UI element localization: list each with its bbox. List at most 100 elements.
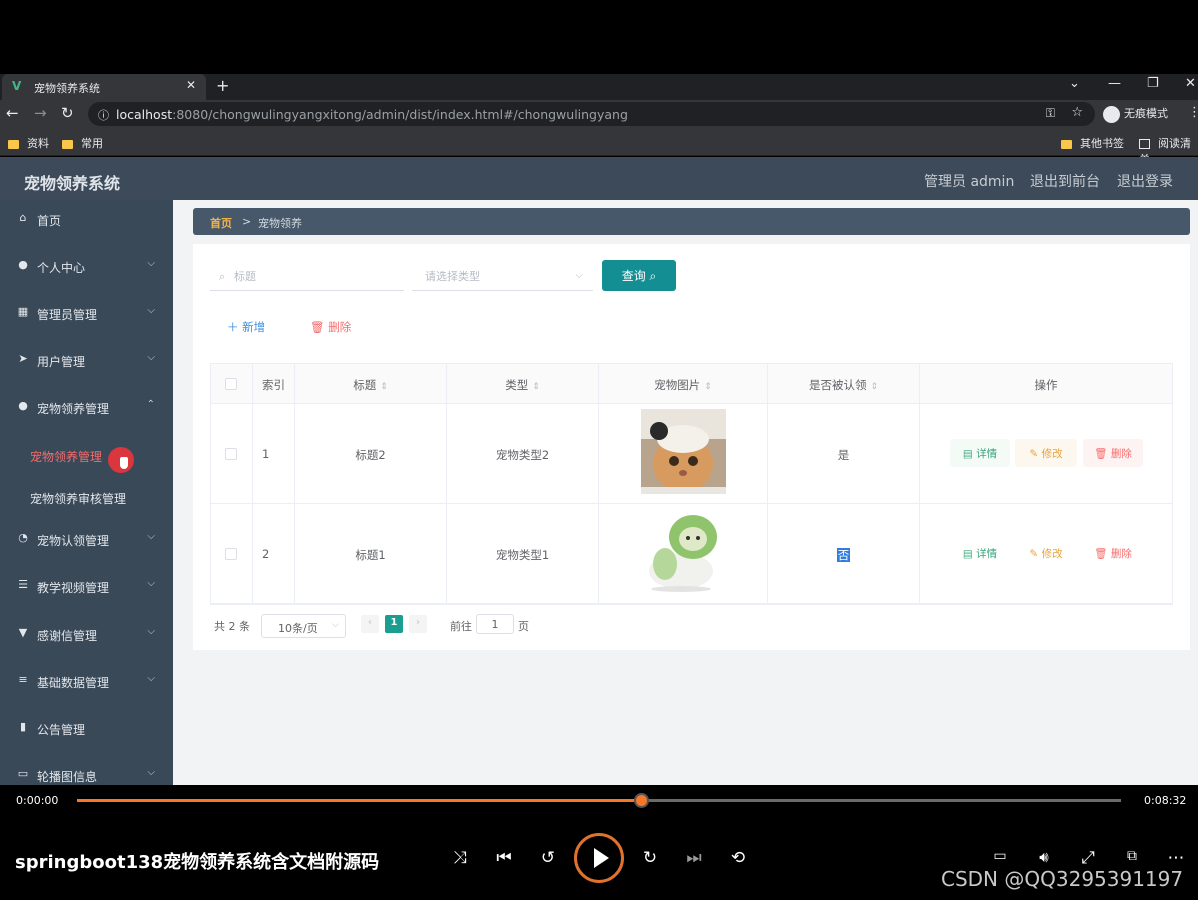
- sort-icon[interactable]: ⇕: [704, 382, 712, 392]
- folder-icon: [62, 139, 73, 149]
- sidebar-item-carousel[interactable]: ▭ 轮播图信息 ⌵: [0, 756, 173, 785]
- mini-player-icon[interactable]: ⧉: [1120, 848, 1144, 864]
- sidebar-subitem-adoption-review[interactable]: 宠物领养审核管理: [0, 480, 173, 516]
- type-select[interactable]: ⌵: [412, 264, 593, 291]
- page-size-select[interactable]: 10条/页 ⌵: [261, 614, 346, 638]
- incognito-indicator[interactable]: 无痕模式: [1103, 105, 1168, 123]
- next-icon[interactable]: ⏭: [682, 848, 706, 868]
- row-title: 标题1: [355, 548, 386, 562]
- sidebar-item-adoption[interactable]: ● 宠物领养管理 ⌃: [0, 388, 173, 428]
- volume-icon[interactable]: 🔊︎: [1032, 848, 1056, 866]
- query-button[interactable]: 查询 ⌕: [602, 260, 676, 291]
- shuffle-icon[interactable]: ⤨: [448, 848, 472, 868]
- detail-button[interactable]: ▤ 详情: [950, 439, 1010, 467]
- admin-user-label: 管理员 admin: [924, 174, 1015, 190]
- close-window-icon[interactable]: ✕: [1185, 76, 1196, 91]
- key-icon[interactable]: ⚿: [1046, 106, 1055, 121]
- previous-icon[interactable]: ⏮: [492, 848, 516, 868]
- goto-frontend-link[interactable]: 退出到前台: [1030, 171, 1100, 191]
- forward-icon[interactable]: →: [34, 104, 47, 122]
- new-tab-icon[interactable]: +: [216, 76, 229, 95]
- browser-tab[interactable]: V 宠物领养系统 ✕: [2, 74, 206, 100]
- sort-icon[interactable]: ⇕: [870, 382, 878, 392]
- detail-button[interactable]: ▤ 详情: [950, 539, 1010, 567]
- type-select-input[interactable]: [425, 270, 575, 283]
- sidebar-item-basedata[interactable]: ≡ 基础数据管理 ⌵: [0, 662, 173, 702]
- breadcrumb-home[interactable]: 首页: [210, 215, 232, 231]
- bookmark-folder[interactable]: 资料: [8, 135, 49, 151]
- logout-link[interactable]: 退出登录: [1117, 171, 1173, 191]
- row-title: 标题2: [355, 448, 386, 462]
- close-tab-icon[interactable]: ✕: [186, 78, 196, 92]
- sort-icon[interactable]: ⇕: [532, 382, 540, 392]
- add-button[interactable]: ＋ 新增: [227, 319, 265, 335]
- edit-label: 修改: [1041, 548, 1063, 560]
- other-bookmarks[interactable]: 其他书签: [1061, 135, 1124, 151]
- prev-page-icon[interactable]: ‹: [361, 615, 379, 633]
- repeat-off-icon[interactable]: ⟲: [726, 848, 750, 868]
- sidebar-item-label: 轮播图信息: [37, 770, 98, 784]
- row-checkbox[interactable]: [225, 548, 237, 560]
- pet-photo-cabbage-dog[interactable]: [641, 509, 726, 594]
- edit-button[interactable]: ✎ 修改: [1015, 439, 1077, 467]
- select-all-checkbox[interactable]: [225, 378, 237, 390]
- header-cell: 操作: [920, 364, 1172, 403]
- header-cell[interactable]: 类型 ⇕: [447, 364, 599, 403]
- user-icon: ●: [18, 399, 28, 412]
- bookmark-label: 常用: [81, 137, 103, 150]
- header-cell[interactable]: 宠物图片 ⇕: [599, 364, 768, 403]
- index-cell: 1: [253, 404, 295, 503]
- bookmark-folder[interactable]: 常用: [62, 135, 103, 151]
- sidebar-item-home[interactable]: ⌂ 首页: [0, 200, 173, 240]
- current-time: 0:00:00: [16, 794, 59, 807]
- bookmark-star-icon[interactable]: ☆: [1071, 105, 1083, 120]
- url-field[interactable]: ⓘ localhost:8080/chongwulingyangxitong/a…: [88, 102, 1095, 126]
- row-checkbox[interactable]: [225, 448, 237, 460]
- sliders-icon: ☰: [18, 578, 28, 591]
- play-button[interactable]: [574, 833, 624, 883]
- header-cell[interactable]: 是否被认领 ⇕: [768, 364, 920, 403]
- sidebar-item-admins[interactable]: ▦ 管理员管理 ⌵: [0, 294, 173, 334]
- sidebar-item-thanks[interactable]: ▼ 感谢信管理 ⌵: [0, 615, 173, 655]
- rewind-10-icon[interactable]: ↺: [536, 848, 560, 868]
- sidebar-item-profile[interactable]: ● 个人中心 ⌵: [0, 247, 173, 287]
- title-search-input[interactable]: [234, 270, 384, 283]
- sidebar-item-users[interactable]: ➤ 用户管理 ⌵: [0, 341, 173, 381]
- send-icon: ➤: [18, 352, 28, 365]
- sidebar-item-notices[interactable]: ▮ 公告管理: [0, 709, 173, 749]
- delete-button[interactable]: 🗑 删除: [1083, 539, 1143, 567]
- restore-icon[interactable]: ❐: [1147, 76, 1159, 91]
- sidebar-item-videos[interactable]: ☰ 教学视频管理 ⌵: [0, 567, 173, 607]
- sidebar-item-claims[interactable]: ◔ 宠物认领管理 ⌵: [0, 520, 173, 560]
- back-icon[interactable]: ←: [6, 104, 19, 122]
- minimize-icon[interactable]: —: [1108, 76, 1121, 91]
- goto-page-input[interactable]: 1: [476, 614, 514, 634]
- current-page-button[interactable]: 1: [385, 615, 403, 633]
- tab-search-icon[interactable]: ⌄: [1069, 76, 1080, 91]
- delete-button[interactable]: 🗑 删除: [1083, 439, 1143, 467]
- header-cell[interactable]: 标题 ⇕: [295, 364, 447, 403]
- sort-icon[interactable]: ⇕: [380, 382, 388, 392]
- progress-knob[interactable]: [633, 793, 649, 808]
- sidebar-subitem-adoption-manage[interactable]: 宠物领养管理: [0, 438, 173, 474]
- pet-photo-cat[interactable]: [641, 409, 726, 494]
- reload-icon[interactable]: ↻: [61, 104, 74, 122]
- delete-button-label: 删除: [328, 320, 352, 334]
- next-page-icon[interactable]: ›: [409, 615, 427, 633]
- bookmarks-bar: 资料 常用 其他书签 阅读清单: [0, 128, 1198, 166]
- edit-button[interactable]: ✎ 修改: [1015, 539, 1077, 567]
- table-row: 1 标题2 宠物类型2 是 ▤ 详情 ✎ 修改 🗑 删除: [211, 404, 1172, 504]
- subtitles-icon[interactable]: ▭: [988, 848, 1012, 864]
- browser-menu-icon[interactable]: ⋮: [1188, 105, 1198, 120]
- fullscreen-icon[interactable]: ⤢: [1076, 848, 1100, 868]
- title-search[interactable]: ⌕: [210, 264, 404, 291]
- site-info-icon[interactable]: ⓘ: [98, 107, 109, 123]
- batch-delete-button[interactable]: 🗑 删除: [310, 319, 351, 335]
- more-options-icon[interactable]: ⋯: [1164, 848, 1188, 868]
- page-size-value: 10条/页: [278, 622, 318, 635]
- video-title: springboot138宠物领养系统含文档附源码: [15, 852, 380, 873]
- app-title: 宠物领养系统: [24, 174, 121, 193]
- progress-bar[interactable]: [77, 793, 1121, 808]
- sidebar-subitem-label: 宠物领养审核管理: [30, 492, 127, 506]
- forward-30-icon[interactable]: ↻: [638, 848, 662, 868]
